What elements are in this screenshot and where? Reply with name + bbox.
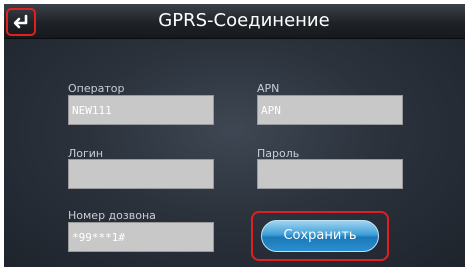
dial-number-label: Номер дозвона <box>68 209 156 222</box>
settings-panel: Оператор APN Логин Пароль Номер дозвона … <box>4 39 465 267</box>
title-bar: GPRS-Соединение <box>4 4 465 39</box>
dial-number-field[interactable] <box>68 222 214 252</box>
operator-label: Оператор <box>68 82 125 95</box>
apn-label: APN <box>257 82 280 95</box>
password-field[interactable] <box>257 159 403 189</box>
login-field[interactable] <box>68 159 214 189</box>
operator-field[interactable] <box>68 95 214 125</box>
save-button-highlight: Сохранить <box>251 211 389 261</box>
save-button[interactable]: Сохранить <box>261 220 379 252</box>
page-title: GPRS-Соединение <box>158 10 330 31</box>
back-button[interactable] <box>6 8 36 36</box>
gprs-connection-screen: GPRS-Соединение Оператор APN Логин Парол… <box>0 0 469 267</box>
apn-field[interactable] <box>257 95 403 125</box>
return-arrow-icon <box>13 14 28 29</box>
